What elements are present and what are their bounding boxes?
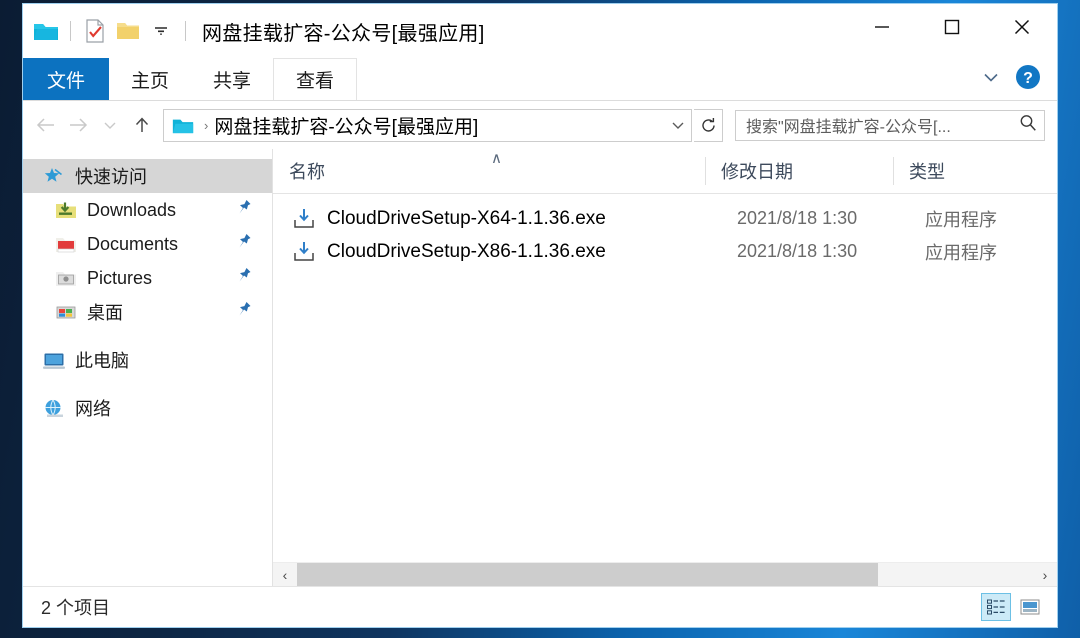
details-view-button[interactable] <box>981 593 1011 621</box>
refresh-button[interactable] <box>694 108 723 142</box>
quick-access-toolbar <box>23 16 192 46</box>
this-pc-icon <box>41 349 67 371</box>
file-list-pane: 名称 ∧ 修改日期 类型 CloudDriveSetup-X64-1.1.36.… <box>273 149 1057 586</box>
column-header-name[interactable]: 名称 ∧ <box>273 149 705 193</box>
scroll-left-arrow[interactable]: ‹ <box>273 563 297 586</box>
tab-home[interactable]: 主页 <box>109 58 191 100</box>
explorer-window: 网盘挂载扩容-公众号[最强应用] 文件 主页 共享 查看 ? › 网盘挂载扩容-… <box>22 3 1058 628</box>
star-pin-icon <box>41 165 67 187</box>
pin-icon[interactable] <box>236 233 252 256</box>
pin-icon[interactable] <box>236 301 252 324</box>
pictures-folder-icon <box>53 267 79 289</box>
column-header-type[interactable]: 类型 <box>893 149 1057 193</box>
sidebar-item-this-pc[interactable]: 此电脑 <box>23 343 272 377</box>
toolbar-separator <box>70 21 71 41</box>
chevron-down-icon[interactable] <box>981 70 1001 89</box>
pin-icon[interactable] <box>236 267 252 290</box>
new-folder-icon[interactable] <box>113 16 143 46</box>
navigation-pane: 快速访问 Downloads Documents Pictures 桌面 此电脑… <box>23 149 273 586</box>
network-icon <box>41 397 67 419</box>
horizontal-scrollbar[interactable]: ‹ › <box>273 562 1057 586</box>
scrollbar-thumb[interactable] <box>297 563 879 586</box>
column-header-type-label: 类型 <box>909 162 945 182</box>
sidebar-item-downloads[interactable]: Downloads <box>23 193 272 227</box>
back-button[interactable] <box>31 109 61 141</box>
sidebar-item-quick-access[interactable]: 快速访问 <box>23 159 272 193</box>
window-controls <box>847 4 1057 50</box>
file-type: 应用程序 <box>925 209 997 230</box>
ribbon-right-controls: ? <box>981 58 1057 100</box>
sidebar-item-label: 快速访问 <box>75 167 147 187</box>
sort-ascending-icon: ∧ <box>491 150 502 167</box>
installer-icon <box>289 207 319 231</box>
help-icon[interactable]: ? <box>1015 64 1041 95</box>
search-box[interactable]: 搜索"网盘挂载扩容-公众号[... <box>735 109 1045 141</box>
file-date: 2021/8/18 1:30 <box>737 208 858 228</box>
sidebar-item-label: Downloads <box>87 199 177 220</box>
address-bar[interactable]: › 网盘挂载扩容-公众号[最强应用] <box>163 108 692 142</box>
recent-locations-button[interactable] <box>95 109 125 141</box>
downloads-folder-icon <box>53 199 79 221</box>
file-type: 应用程序 <box>925 242 997 263</box>
breadcrumb[interactable]: 网盘挂载扩容-公众号[最强应用] <box>214 112 478 139</box>
sidebar-item-label: Documents <box>87 233 179 254</box>
search-input[interactable]: 搜索"网盘挂载扩容-公众号[... <box>746 113 1018 137</box>
chevron-down-icon[interactable] <box>146 16 176 46</box>
content-area: 快速访问 Downloads Documents Pictures 桌面 此电脑… <box>23 149 1057 586</box>
column-header-name-label: 名称 <box>289 162 325 182</box>
maximize-button[interactable] <box>917 4 987 50</box>
sidebar-item-label: Pictures <box>87 267 153 288</box>
breadcrumb-separator: › <box>204 117 209 133</box>
desktop-folder-icon <box>53 301 79 323</box>
window-title: 网盘挂载扩容-公众号[最强应用] <box>202 22 485 45</box>
sidebar-item-label: 此电脑 <box>75 351 129 371</box>
sidebar-item-label: 桌面 <box>87 303 123 323</box>
toolbar-separator-2 <box>185 21 186 41</box>
folder-icon[interactable] <box>31 16 61 46</box>
close-button[interactable] <box>987 4 1057 50</box>
ribbon-tabs: 文件 主页 共享 查看 ? <box>23 58 1057 101</box>
view-buttons <box>981 593 1057 621</box>
column-headers: 名称 ∧ 修改日期 类型 <box>273 149 1057 194</box>
file-name: CloudDriveSetup-X86-1.1.36.exe <box>327 240 606 262</box>
sidebar-item-desktop[interactable]: 桌面 <box>23 295 272 329</box>
sidebar-item-network[interactable]: 网络 <box>23 391 272 425</box>
sidebar-item-documents[interactable]: Documents <box>23 227 272 261</box>
tab-share[interactable]: 共享 <box>191 58 273 100</box>
chevron-down-icon[interactable] <box>665 119 691 131</box>
file-rows: CloudDriveSetup-X64-1.1.36.exe 2021/8/18… <box>273 194 1057 562</box>
sidebar-item-label: 网络 <box>75 399 111 419</box>
scroll-right-arrow[interactable]: › <box>1033 563 1057 586</box>
column-header-date[interactable]: 修改日期 <box>705 149 893 193</box>
file-date: 2021/8/18 1:30 <box>737 241 858 261</box>
tab-view[interactable]: 查看 <box>273 58 358 100</box>
installer-icon <box>289 240 319 264</box>
address-bar-row: › 网盘挂载扩容-公众号[最强应用] 搜索"网盘挂载扩容-公众号[... <box>23 101 1057 149</box>
tab-file[interactable]: 文件 <box>23 58 109 100</box>
status-bar: 2 个项目 <box>23 586 1057 627</box>
minimize-button[interactable] <box>847 4 917 50</box>
title-bar: 网盘挂载扩容-公众号[最强应用] <box>23 4 1057 58</box>
sidebar-gap-2 <box>23 377 272 391</box>
documents-folder-icon <box>53 233 79 255</box>
up-button[interactable] <box>127 109 157 141</box>
large-icons-view-button[interactable] <box>1015 593 1045 621</box>
folder-icon <box>164 116 198 135</box>
table-row[interactable]: CloudDriveSetup-X64-1.1.36.exe 2021/8/18… <box>273 202 1057 235</box>
forward-button[interactable] <box>63 109 93 141</box>
scrollbar-track[interactable] <box>297 563 1033 586</box>
sidebar-gap-1 <box>23 329 272 343</box>
column-header-date-label: 修改日期 <box>721 162 793 182</box>
item-count: 2 个项目 <box>41 598 111 618</box>
svg-text:?: ? <box>1023 70 1033 87</box>
sidebar-item-pictures[interactable]: Pictures <box>23 261 272 295</box>
pin-icon[interactable] <box>236 199 252 222</box>
search-icon[interactable] <box>1018 113 1038 138</box>
properties-icon[interactable] <box>80 16 110 46</box>
file-name: CloudDriveSetup-X64-1.1.36.exe <box>327 207 606 229</box>
table-row[interactable]: CloudDriveSetup-X86-1.1.36.exe 2021/8/18… <box>273 235 1057 268</box>
